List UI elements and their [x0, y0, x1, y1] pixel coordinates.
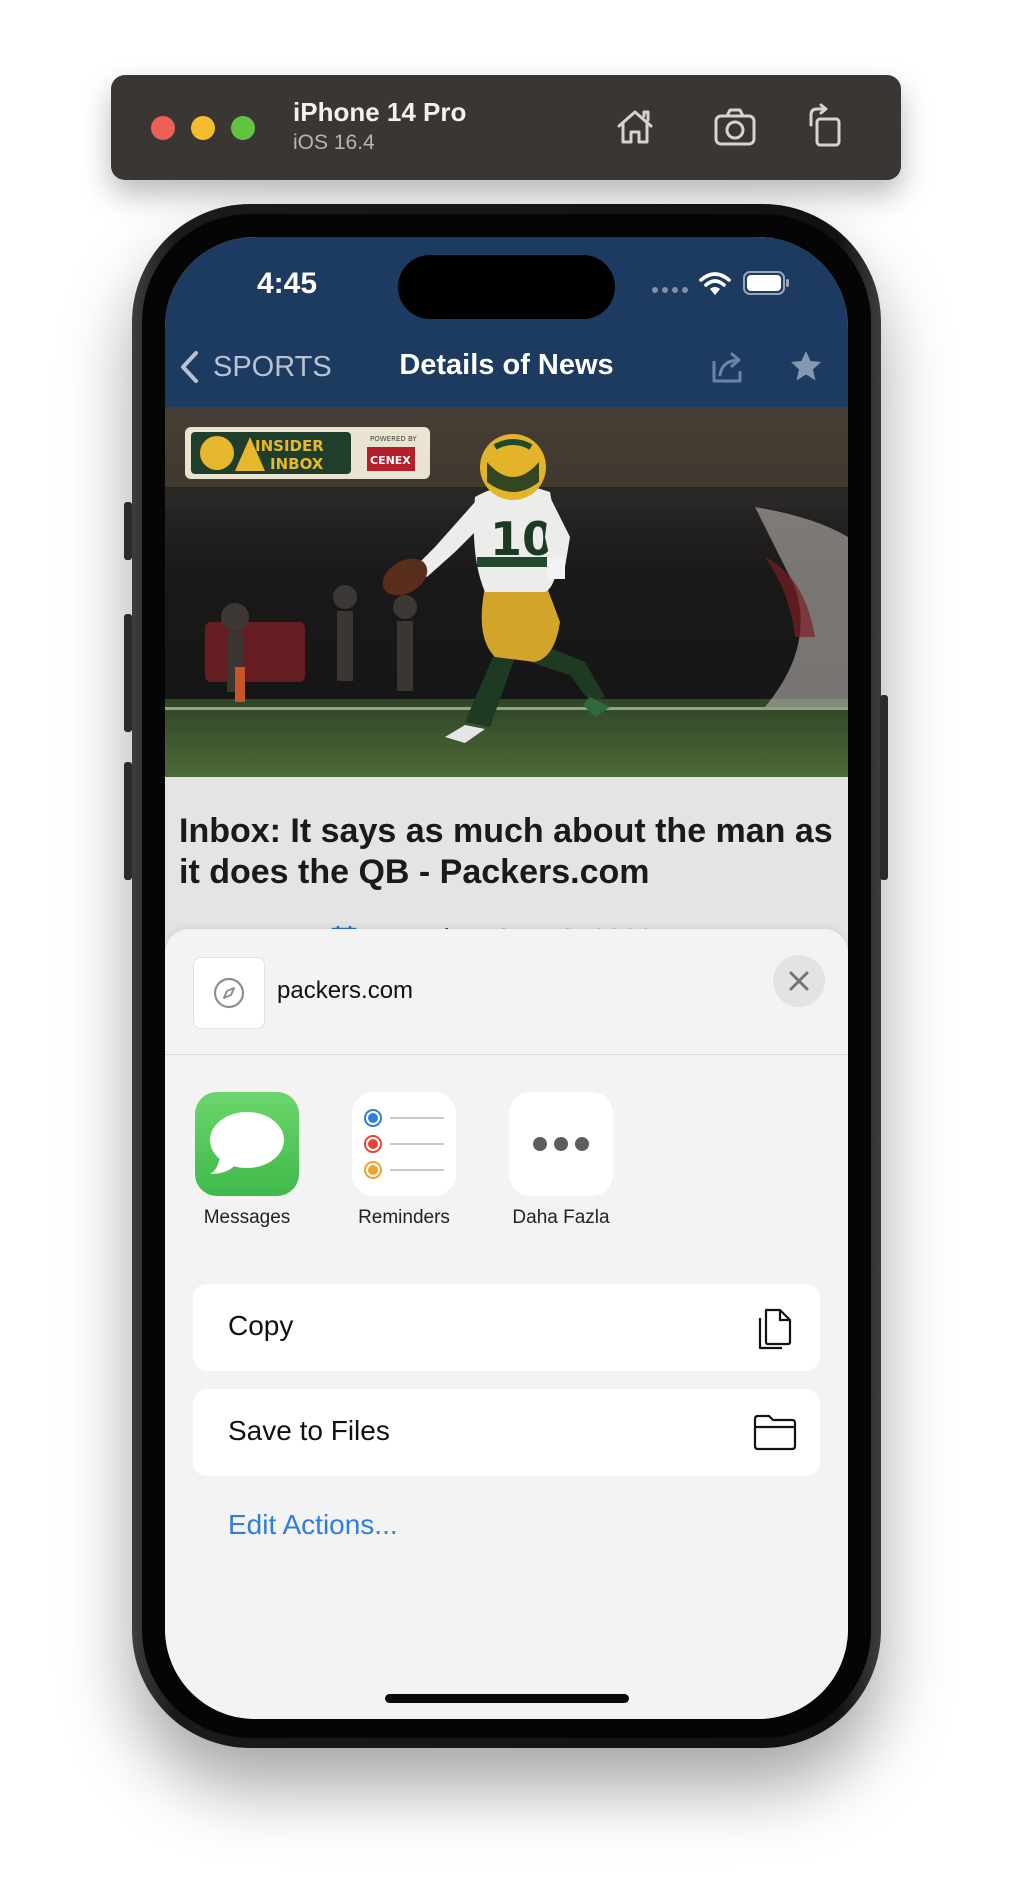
share-site-url: packers.com	[277, 977, 414, 1004]
svg-text:10: 10	[490, 512, 554, 566]
device-name: iPhone 14 Pro	[293, 97, 467, 127]
chevron-left-icon	[181, 351, 198, 383]
action-button	[124, 502, 132, 560]
football-player-photo: 10 INSIDER INBOX POWERED BY CENEX	[165, 407, 848, 777]
phone-screen: 4:45 SPORTS Details of News 10 INSIDER I…	[165, 237, 848, 1719]
more-app-icon	[509, 1092, 613, 1196]
battery-icon	[743, 271, 789, 295]
share-app-more[interactable]: Daha Fazla	[509, 1092, 613, 1228]
power-button	[880, 695, 888, 880]
share-sheet: packers.com Messages Reminders Daha Fazl…	[165, 929, 848, 1719]
status-time: 4:45	[257, 267, 318, 300]
badge-inbox-text: INBOX	[270, 455, 324, 473]
copy-icon	[758, 1308, 792, 1350]
close-share-sheet-button[interactable]	[773, 955, 825, 1007]
back-button[interactable]: SPORTS	[179, 347, 332, 387]
app-label-more: Daha Fazla	[512, 1207, 610, 1228]
checklist-icon	[364, 1109, 444, 1179]
article-hero-image: 10 INSIDER INBOX POWERED BY CENEX	[165, 407, 848, 777]
badge-powered-text: POWERED BY	[370, 435, 417, 443]
home-icon[interactable]	[611, 103, 659, 151]
navigation-bar: 4:45 SPORTS Details of News	[165, 237, 848, 407]
badge-sponsor-text: CENEX	[370, 454, 411, 467]
share-app-messages[interactable]: Messages	[195, 1092, 299, 1228]
article-headline: Inbox: It says as much about the man as …	[179, 812, 833, 891]
rotate-icon[interactable]	[801, 103, 849, 151]
messages-app-icon	[195, 1092, 299, 1196]
minimize-window-button[interactable]	[191, 116, 215, 140]
edit-actions-link[interactable]: Edit Actions...	[228, 1509, 398, 1541]
signal-dots-icon	[652, 287, 688, 293]
app-label-reminders: Reminders	[358, 1207, 450, 1228]
simulator-title-bar: iPhone 14 Pro iOS 16.4	[111, 75, 901, 180]
volume-up-button	[124, 614, 132, 732]
compass-icon	[213, 977, 245, 1009]
wifi-icon	[699, 272, 731, 295]
site-thumbnail	[193, 957, 265, 1029]
badge-insider-text: INSIDER	[255, 437, 324, 455]
share-sheet-header: packers.com	[165, 929, 848, 1055]
save-to-files-action-button[interactable]: Save to Files	[193, 1389, 820, 1476]
os-version: iOS 16.4	[293, 131, 375, 154]
home-indicator[interactable]	[385, 1694, 629, 1703]
dynamic-island	[398, 255, 615, 319]
folder-icon	[753, 1414, 797, 1451]
close-icon	[789, 971, 809, 991]
zoom-window-button[interactable]	[231, 116, 255, 140]
save-to-files-label: Save to Files	[228, 1415, 390, 1446]
volume-down-button	[124, 762, 132, 880]
ellipsis-icon	[533, 1137, 589, 1151]
back-label: SPORTS	[213, 350, 332, 383]
app-label-messages: Messages	[203, 1207, 291, 1228]
reminders-app-icon	[352, 1092, 456, 1196]
copy-action-label: Copy	[228, 1310, 294, 1341]
share-app-reminders[interactable]: Reminders	[352, 1092, 456, 1228]
speech-bubble-icon	[210, 1112, 284, 1174]
screenshot-icon[interactable]	[711, 103, 759, 151]
close-window-button[interactable]	[151, 116, 175, 140]
page-title: Details of News	[399, 349, 614, 381]
share-icon[interactable]	[710, 349, 746, 385]
copy-action-button[interactable]: Copy	[193, 1284, 820, 1371]
star-icon[interactable]	[789, 349, 823, 383]
